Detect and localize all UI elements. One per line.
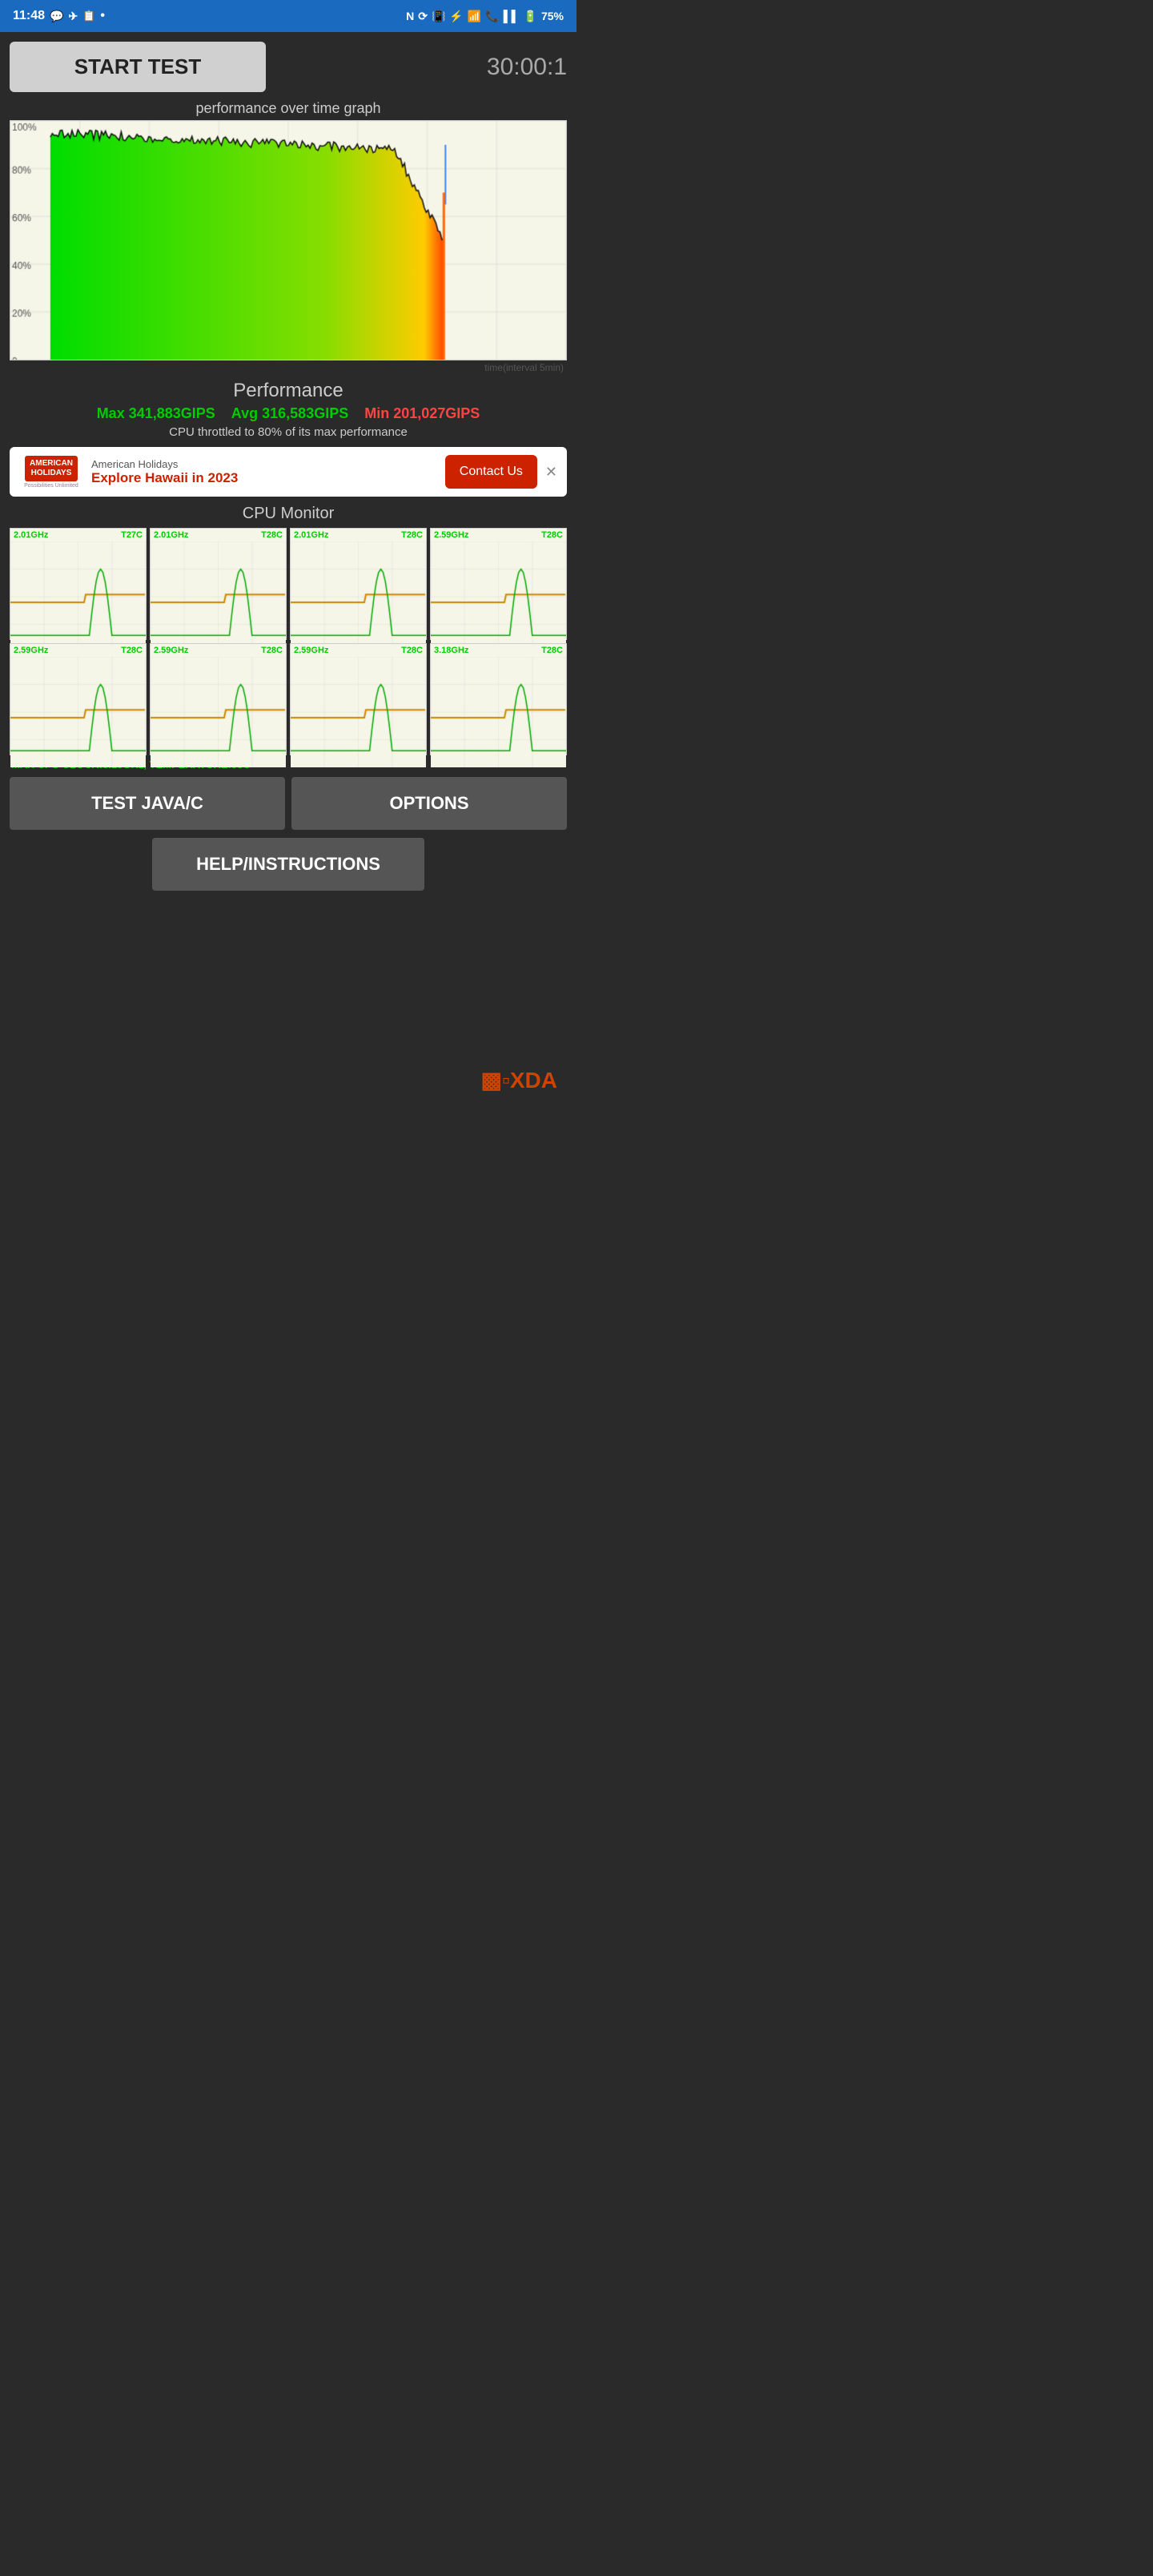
cpu-cell-header-0: 2.01GHz T27C <box>10 529 146 541</box>
cpu-mini-canvas-5 <box>151 657 286 767</box>
ad-logo-sub: Possibilities Unlimited <box>24 483 78 489</box>
cpu-cell-header-6: 2.59GHz T28C <box>291 644 426 657</box>
spacer <box>10 907 567 1067</box>
perf-max: Max 341,883GIPS <box>97 405 215 422</box>
dot-icon: • <box>100 9 105 23</box>
help-instructions-button[interactable]: HELP/INSTRUCTIONS <box>152 838 424 891</box>
nfc-icon: N <box>406 10 414 22</box>
status-bar: 11:48 💬 ✈ 📋 • N ⟳ 📳 ⚡ 📶 📞 ▌▌ 🔋 75% <box>0 0 576 32</box>
cpu-freq-7: 3.18GHz <box>434 646 468 655</box>
cpu-cell-header-2: 2.01GHz T28C <box>291 529 426 541</box>
cpu-cell-header-7: 3.18GHz T28C <box>431 644 566 657</box>
cpu-cell-1: 2.01GHz T28C <box>150 528 287 640</box>
wifi-icon: 📶 <box>468 10 481 23</box>
battery-pct: 75% <box>541 10 564 22</box>
test-java-c-button[interactable]: TEST JAVA/C <box>10 777 285 830</box>
cpu-freq-4: 2.59GHz <box>14 646 48 655</box>
performance-numbers: Max 341,883GIPS Avg 316,583GIPS Min 201,… <box>10 405 567 422</box>
cpu-temp-2: T28C <box>401 530 423 540</box>
cpu-freq-3: 2.59GHz <box>434 530 468 540</box>
cpu-cell-4: 2.59GHz T28C <box>10 643 147 755</box>
options-button[interactable]: OPTIONS <box>291 777 567 830</box>
cpu-monitor-title: CPU Monitor <box>10 505 567 523</box>
graph-container <box>10 120 567 360</box>
cpu-cell-header-3: 2.59GHz T28C <box>431 529 566 541</box>
cpu-temp-3: T28C <box>541 530 563 540</box>
cpu-mini-canvas-4 <box>10 657 146 767</box>
top-controls: START TEST 30:00:1 <box>10 42 567 92</box>
graph-section: performance over time graph time(interva… <box>10 100 567 373</box>
perf-avg: Avg 316,583GIPS <box>231 405 348 422</box>
cpu-mini-canvas-2 <box>291 541 426 652</box>
ad-close-icon[interactable]: ✕ <box>545 464 557 481</box>
cpu-freq-2: 2.01GHz <box>294 530 328 540</box>
xda-logo: ▩▫XDA <box>10 1067 567 1103</box>
main-content: START TEST 30:00:1 performance over time… <box>0 32 576 1113</box>
cpu-temp-0: T27C <box>121 530 143 540</box>
cpu-cell-6: 2.59GHz T28C <box>290 643 427 755</box>
cpu-cell-header-1: 2.01GHz T28C <box>151 529 286 541</box>
cpu-mini-canvas-1 <box>151 541 286 652</box>
timer-display: 30:00:1 <box>487 54 567 81</box>
graph-x-label: time(interval 5min) <box>10 362 567 373</box>
cpu-temp-1: T28C <box>261 530 283 540</box>
messenger-icon: 💬 <box>50 10 63 23</box>
ad-banner: AMERICANHOLIDAYS Possibilities Unlimited… <box>10 447 567 497</box>
cpu-temp-6: T28C <box>401 646 423 655</box>
cpu-cell-5: 2.59GHz T28C <box>150 643 287 755</box>
ad-text-top: American Holidays <box>91 458 437 470</box>
sync-icon: ⟳ <box>418 10 428 23</box>
cpu-freq-6: 2.59GHz <box>294 646 328 655</box>
vibrate-icon: 📳 <box>432 10 445 23</box>
perf-min: Min 201,027GIPS <box>364 405 480 422</box>
cpu-mini-canvas-7 <box>431 657 566 767</box>
cpu-temp-5: T28C <box>261 646 283 655</box>
graph-title: performance over time graph <box>10 100 567 117</box>
status-time: 11:48 💬 ✈ 📋 • <box>13 9 105 23</box>
xda-logo-text: ▩▫XDA <box>481 1068 558 1093</box>
cpu-mini-canvas-3 <box>431 541 566 652</box>
ad-text-main: Explore Hawaii in 2023 <box>91 470 437 486</box>
cpu-freq-1: 2.01GHz <box>154 530 188 540</box>
cpu-cell-7: 3.18GHz T28C <box>430 643 567 755</box>
ad-logo-box: AMERICANHOLIDAYS <box>25 456 78 481</box>
start-test-button[interactable]: START TEST <box>10 42 266 92</box>
status-right: N ⟳ 📳 ⚡ 📶 📞 ▌▌ 🔋 75% <box>406 10 564 23</box>
cpu-temp-7: T28C <box>541 646 563 655</box>
cpu-freq-0: 2.01GHz <box>14 530 48 540</box>
notes-icon: 📋 <box>82 10 95 22</box>
cpu-temp-4: T28C <box>121 646 143 655</box>
telegram-icon: ✈ <box>68 10 78 23</box>
cpu-cell-header-4: 2.59GHz T28C <box>10 644 146 657</box>
bottom-buttons: TEST JAVA/C OPTIONS <box>10 777 567 830</box>
signal-icon: ▌▌ <box>504 10 520 22</box>
performance-stats: Performance Max 341,883GIPS Avg 316,583G… <box>10 380 567 439</box>
perf-throttle-note: CPU throttled to 80% of its max performa… <box>10 425 567 439</box>
cpu-cell-header-5: 2.59GHz T28C <box>151 644 286 657</box>
cpu-cell-3: 2.59GHz T28C <box>430 528 567 640</box>
cpu-cell-2: 2.01GHz T28C <box>290 528 427 640</box>
cpu-grid: 2.01GHz T27C 2.01GHz T28C 2.01GHz T28C 2… <box>10 528 567 755</box>
cpu-mini-canvas-0 <box>10 541 146 652</box>
call-icon: 📞 <box>485 10 499 23</box>
bluetooth-icon: ⚡ <box>449 10 463 23</box>
performance-title: Performance <box>10 380 567 402</box>
cpu-freq-5: 2.59GHz <box>154 646 188 655</box>
cpu-mini-canvas-6 <box>291 657 426 767</box>
ad-text: American Holidays Explore Hawaii in 2023 <box>91 458 437 486</box>
performance-graph-canvas <box>10 121 566 360</box>
cpu-cell-0: 2.01GHz T27C <box>10 528 147 640</box>
ad-logo: AMERICANHOLIDAYS Possibilities Unlimited <box>19 456 83 489</box>
battery-icon: 🔋 <box>524 10 537 23</box>
ad-contact-button[interactable]: Contact Us <box>445 455 537 489</box>
